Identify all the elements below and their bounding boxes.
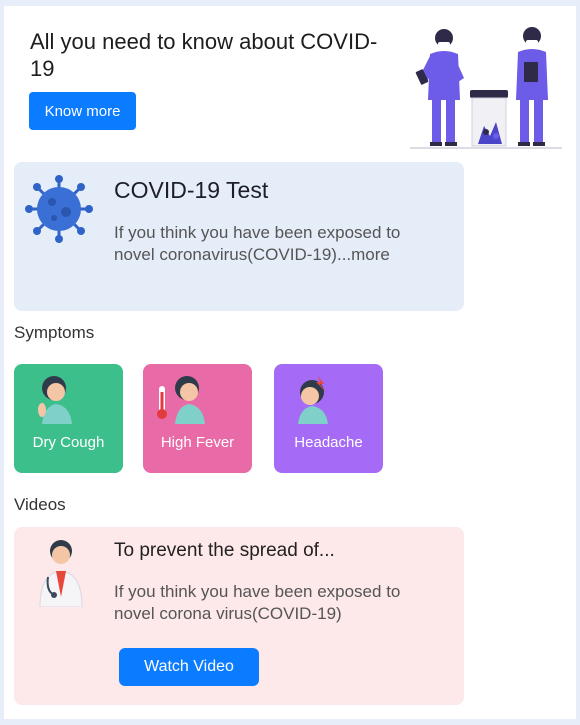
hero-title: All you need to know about COVID-19 [30, 29, 378, 81]
app-frame: All you need to know about COVID-19 Know… [4, 6, 576, 719]
symptom-label: High Fever [160, 434, 235, 451]
symptom-card-high-fever[interactable]: High Fever [143, 364, 252, 473]
headache-person-icon [298, 376, 328, 424]
doctor-icon [39, 540, 83, 607]
symptom-label: Headache [294, 434, 363, 451]
know-more-button[interactable]: Know more [29, 92, 136, 130]
virus-icon [25, 175, 93, 243]
symptom-card-headache[interactable]: Headache [274, 364, 383, 473]
doctors-illustration-icon [410, 27, 562, 149]
videos-heading: Videos [14, 495, 66, 514]
test-card-description: If you think you have been exposed to no… [114, 223, 401, 264]
symptom-card-dry-cough[interactable]: Dry Cough [14, 364, 123, 473]
test-card-title: COVID-19 Test [114, 177, 269, 203]
symptom-label: Dry Cough [32, 434, 105, 451]
video-description: If you think you have been exposed to no… [114, 582, 401, 623]
coughing-person-icon [38, 376, 72, 424]
symptoms-heading: Symptoms [14, 323, 95, 342]
video-title: To prevent the spread of... [114, 540, 335, 561]
covid-test-card[interactable]: COVID-19 Test If you think you have been… [14, 162, 464, 311]
fever-thermometer-icon [157, 376, 205, 424]
watch-video-button[interactable]: Watch Video [119, 648, 259, 686]
video-card[interactable]: To prevent the spread of... If you think… [14, 527, 464, 705]
